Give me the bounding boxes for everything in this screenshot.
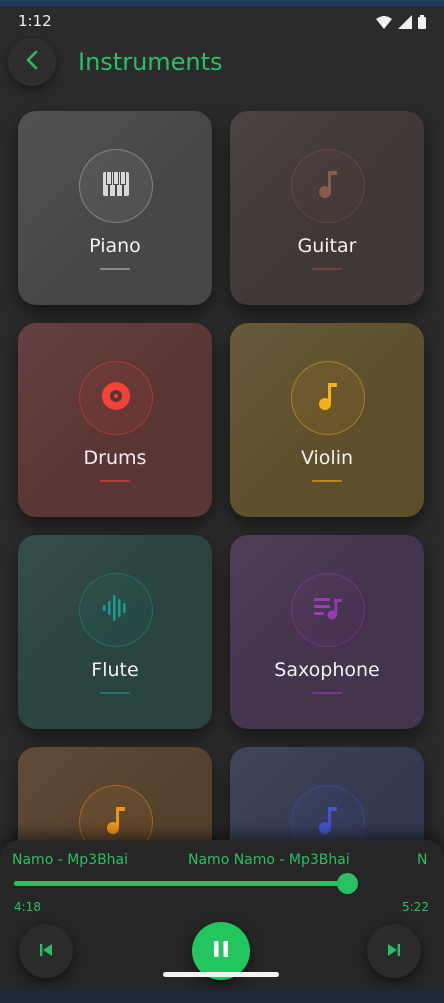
instrument-label: Violin <box>300 447 354 469</box>
song-title: Namo Namo - Mp3Bhai <box>188 852 350 868</box>
instrument-card-guitar[interactable]: Guitar <box>230 111 424 305</box>
instrument-card-flute[interactable]: Flute <box>18 535 212 729</box>
music-note-icon <box>317 805 339 839</box>
mini-player: Namo - Mp3Bhai Namo Namo - Mp3Bhai N 4:1… <box>0 840 444 1003</box>
skip-previous-icon <box>39 942 53 961</box>
label-underline <box>100 268 130 270</box>
song-title-left: Namo - Mp3Bhai <box>12 852 129 868</box>
progress-thumb[interactable] <box>337 873 358 894</box>
icon-circle <box>291 361 365 435</box>
playlist-icon <box>313 595 343 625</box>
label-underline <box>312 692 342 694</box>
icon-circle <box>79 361 153 435</box>
piano-icon <box>102 171 130 201</box>
instrument-card-saxophone[interactable]: Saxophone <box>230 535 424 729</box>
previous-button[interactable] <box>19 924 73 978</box>
instrument-label: Drums <box>83 447 147 469</box>
instrument-label: Piano <box>89 235 141 257</box>
progress-track[interactable] <box>14 881 347 886</box>
label-underline <box>100 480 130 482</box>
music-note-icon <box>105 805 127 839</box>
icon-circle <box>79 573 153 647</box>
instrument-card-violin[interactable]: Violin <box>230 323 424 517</box>
icon-circle <box>79 149 153 223</box>
song-title-right: N <box>417 852 428 868</box>
elapsed-time: 4:18 <box>14 900 41 914</box>
instrument-card-drums[interactable]: Drums <box>18 323 212 517</box>
pause-icon <box>212 940 230 962</box>
label-underline <box>100 692 130 694</box>
icon-circle <box>291 149 365 223</box>
instrument-label: Guitar <box>297 235 357 257</box>
sound-wave-icon <box>102 593 130 627</box>
instrument-label: Flute <box>91 659 139 681</box>
instrument-card-piano[interactable]: Piano <box>18 111 212 305</box>
label-underline <box>312 480 342 482</box>
now-playing-marquee: Namo - Mp3Bhai Namo Namo - Mp3Bhai N <box>0 852 444 872</box>
vinyl-record-icon <box>101 381 131 415</box>
bottom-edge <box>0 990 444 1003</box>
music-note-icon <box>317 381 339 415</box>
music-note-icon <box>317 169 339 203</box>
home-indicator[interactable] <box>163 972 279 977</box>
skip-next-icon <box>387 942 401 961</box>
next-button[interactable] <box>367 924 421 978</box>
instrument-label: Saxophone <box>274 659 380 681</box>
label-underline <box>312 268 342 270</box>
total-time: 5:22 <box>402 900 429 914</box>
icon-circle <box>291 573 365 647</box>
